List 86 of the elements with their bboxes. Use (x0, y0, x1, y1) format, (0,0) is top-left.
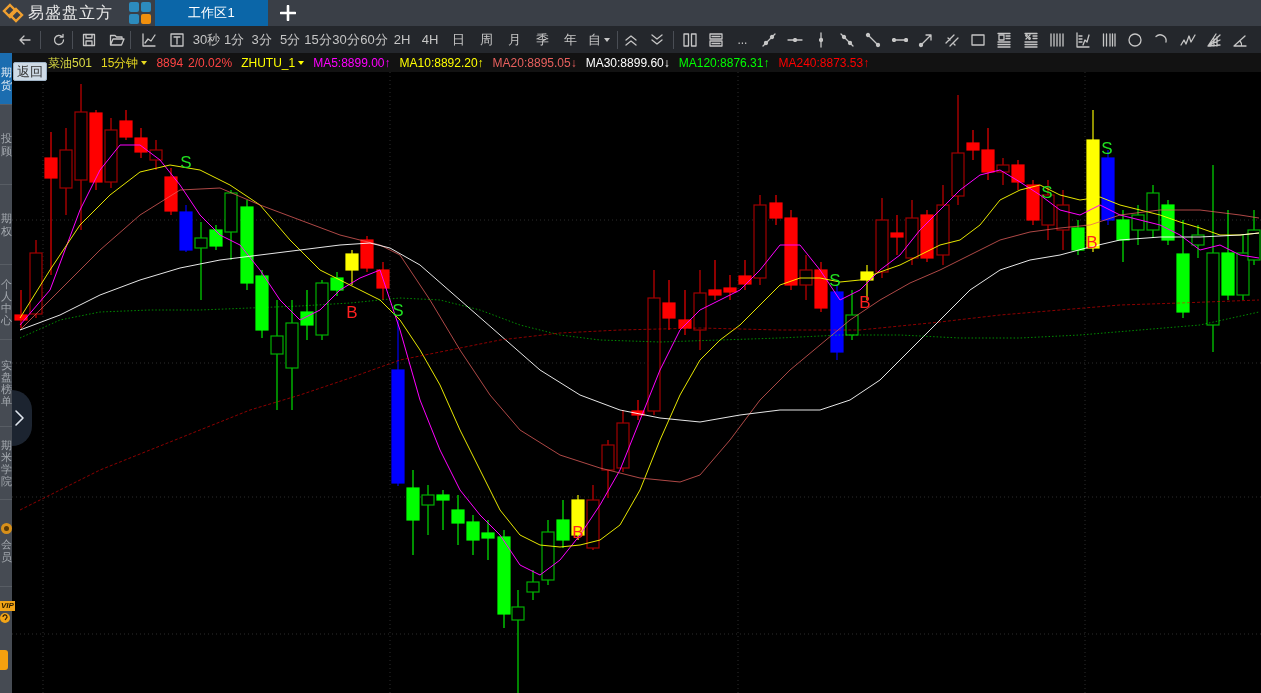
descending-line-icon (839, 31, 856, 48)
symbol-label: 菜油501 (48, 54, 93, 72)
candlestick (481, 519, 495, 561)
line-chart-icon (141, 31, 157, 48)
period-button[interactable]: 15分 (304, 28, 332, 51)
circle-icon (1127, 31, 1144, 48)
buy-signal-label: B (346, 303, 358, 322)
line-segment-icon (760, 31, 777, 48)
period-button[interactable]: 2H (388, 28, 416, 51)
candlestick (466, 514, 480, 556)
app-name: 易盛盘立方 (28, 3, 113, 23)
change-value: 2/0.02% (188, 54, 233, 72)
back-button[interactable]: 返回 (13, 62, 47, 81)
candlestick (1131, 204, 1145, 246)
candlestick (134, 127, 148, 159)
expand-panel-button[interactable] (12, 390, 32, 446)
logo-icon (2, 2, 24, 24)
vertical-line-icon (819, 31, 824, 48)
grid-logo-icon (129, 2, 151, 24)
period-button[interactable]: 1分 (221, 28, 247, 51)
moving-average-value: MA240:8873.53↑ (778, 54, 870, 72)
plus-icon (280, 5, 296, 21)
workspace-tab[interactable]: 工作区1 (155, 0, 268, 26)
moving-average-value: MA30:8899.60↓ (585, 54, 670, 72)
candlestick (345, 249, 359, 286)
candlestick (376, 261, 390, 301)
columns-layout-icon (682, 31, 699, 48)
moving-average-value: MA10:8892.20↑ (399, 54, 484, 72)
period-selector[interactable]: 15分钟 (101, 53, 148, 72)
rectangle-icon (970, 31, 987, 48)
horizontal-segment-icon (891, 37, 908, 42)
horizontal-line-icon (786, 37, 803, 42)
caret-icon (298, 60, 305, 65)
text-box-icon (169, 31, 185, 48)
caret-icon (604, 37, 610, 42)
coin-icon (0, 523, 12, 535)
add-tab-button[interactable] (277, 2, 299, 24)
candlestick (586, 484, 600, 551)
candlestick (1116, 209, 1130, 263)
custom-period-button[interactable]: 自 (584, 28, 614, 51)
candlestick (360, 235, 374, 273)
sidebar-item[interactable]: 期货 (0, 53, 12, 105)
price-value: 8894 (156, 54, 184, 72)
candlestick (814, 261, 828, 313)
candlestick (1236, 234, 1250, 301)
vertical-lines-icon (1048, 31, 1065, 48)
caret-icon (141, 60, 148, 65)
period-button[interactable]: 周 (472, 28, 500, 51)
candlestick (1146, 184, 1160, 239)
percent-lines-icon (1022, 31, 1039, 48)
vip-badge[interactable]: VIP (0, 601, 15, 611)
arrow-icon (917, 31, 934, 48)
period-button[interactable]: 4H (416, 28, 444, 51)
rows-layout-icon (708, 31, 725, 48)
text-lines-icon (996, 31, 1013, 48)
buy-signal-label: B (859, 293, 871, 312)
moving-average-value: MA5:8899.00↑ (313, 54, 391, 72)
period-button[interactable]: 5分 (276, 28, 304, 51)
indicator-selector[interactable]: ZHUTU_1 (241, 53, 305, 72)
candlestick (920, 209, 934, 263)
moving-average-value: MA120:8876.31↑ (678, 54, 770, 72)
fan-lines-icon (1205, 31, 1222, 48)
chevron-right-icon (13, 409, 25, 427)
candlestick (556, 499, 570, 549)
refresh-icon (51, 31, 67, 48)
period-button[interactable]: 年 (556, 28, 584, 51)
bar-lines-icon (1101, 31, 1118, 48)
candlestick (451, 494, 465, 546)
sell-signal-label: S (392, 301, 404, 320)
diagonal-segment-icon (865, 31, 882, 48)
period-button[interactable]: 60分 (360, 28, 388, 51)
candlestick (601, 439, 615, 499)
chart-lines-icon (1074, 31, 1091, 48)
candlestick (436, 489, 450, 531)
period-button[interactable]: 30分 (332, 28, 360, 51)
badge-circle-icon (0, 613, 10, 623)
more-tools-button[interactable]: ... (729, 28, 756, 51)
moving-average-value: MA20:8895.05↓ (492, 54, 577, 72)
sell-signal-label: S (1101, 139, 1113, 158)
period-button[interactable]: 3分 (247, 28, 276, 51)
period-button[interactable]: 日 (444, 28, 472, 51)
period-button[interactable]: 月 (500, 28, 528, 51)
period-button[interactable]: 30秒 (192, 28, 221, 51)
app-tile-icon[interactable] (0, 650, 8, 670)
period-button[interactable]: 季 (528, 28, 556, 51)
save-icon (81, 31, 97, 48)
